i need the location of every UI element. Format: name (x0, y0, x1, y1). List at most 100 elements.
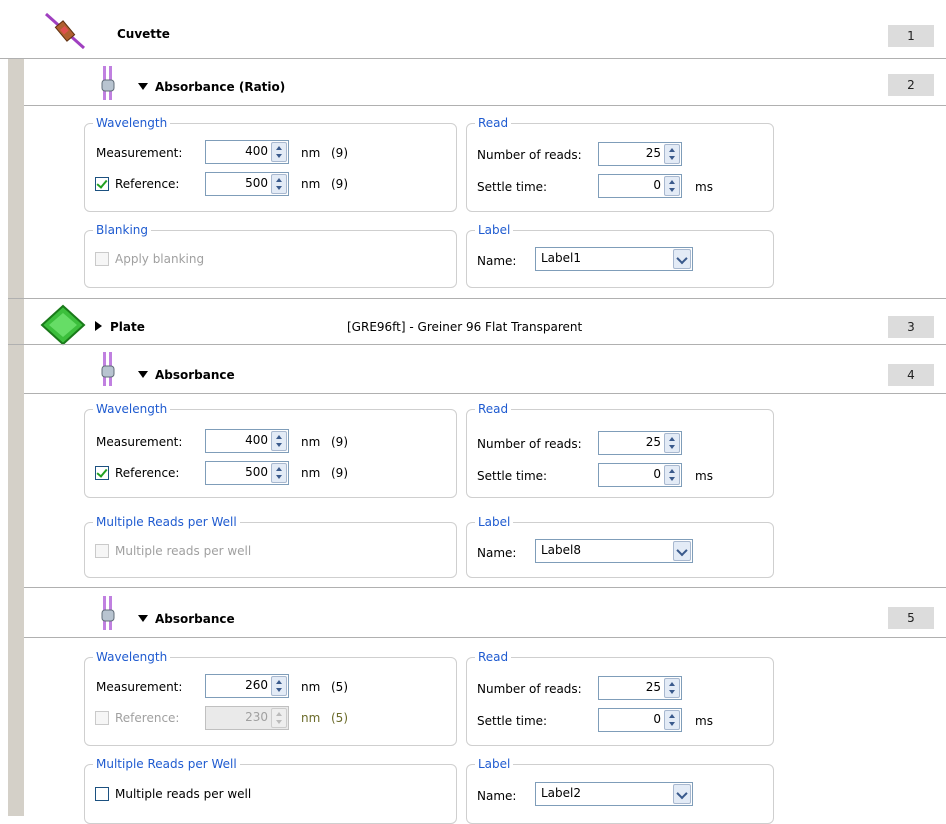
step-title-cuvette[interactable]: Cuvette (117, 27, 170, 41)
chevron-down-icon[interactable] (673, 249, 691, 269)
absorbance-probe-icon (101, 352, 115, 389)
number-of-reads-stepper[interactable]: 25 (598, 431, 682, 455)
measurement-stepper[interactable]: 260 (205, 674, 289, 698)
reference-checkbox[interactable] (95, 177, 109, 191)
reference-checkbox[interactable] (95, 711, 109, 725)
number-of-reads-label: Number of reads: (477, 437, 582, 451)
group-legend: Wavelength (93, 116, 171, 130)
spin-button[interactable] (664, 710, 680, 730)
spin-button[interactable] (664, 465, 680, 485)
reference-stepper[interactable]: 500 (205, 172, 289, 196)
label-name-select[interactable]: Label1 (535, 247, 693, 271)
reference-label: Reference: (115, 177, 180, 191)
spin-button[interactable] (664, 678, 680, 698)
settle-time-stepper[interactable]: 0 (598, 463, 682, 487)
apply-blanking-label: Apply blanking (115, 252, 205, 266)
reference-stepper[interactable]: 230 (205, 706, 289, 730)
number-of-reads-label: Number of reads: (477, 148, 582, 162)
label-name-label: Name: (477, 789, 517, 803)
absorbance-probe-icon (101, 596, 115, 633)
spin-button[interactable] (271, 142, 287, 162)
divider (0, 58, 946, 59)
settle-time-unit: ms (695, 714, 713, 728)
reference-unit: nm (301, 177, 321, 191)
divider (8, 344, 946, 345)
measurement-index: (9) (331, 435, 348, 449)
group-legend: Multiple Reads per Well (93, 515, 240, 529)
collapse-arrow-icon[interactable] (138, 615, 148, 622)
group-legend: Multiple Reads per Well (93, 757, 240, 771)
number-of-reads-stepper[interactable]: 25 (598, 142, 682, 166)
expand-arrow-icon[interactable] (95, 321, 102, 331)
chevron-down-icon[interactable] (673, 784, 691, 804)
reference-unit: nm (301, 711, 321, 725)
measurement-stepper[interactable]: 400 (205, 140, 289, 164)
step-number: 1 (888, 25, 934, 47)
step-number: 2 (888, 74, 934, 96)
spin-button[interactable] (664, 144, 680, 164)
group-legend: Label (475, 515, 514, 529)
multiple-reads-checkbox[interactable] (95, 787, 109, 801)
group-legend: Read (475, 116, 512, 130)
reference-label: Reference: (115, 711, 180, 725)
reference-unit: nm (301, 466, 321, 480)
divider (24, 637, 946, 638)
reference-index: (5) (331, 711, 348, 725)
settle-time-label: Settle time: (477, 714, 548, 728)
wavelength-group: Wavelength (84, 650, 457, 746)
multiple-reads-checkbox[interactable] (95, 544, 109, 558)
reference-stepper[interactable]: 500 (205, 461, 289, 485)
group-legend: Label (475, 757, 514, 771)
plate-icon (40, 304, 86, 349)
reference-checkbox[interactable] (95, 466, 109, 480)
measurement-stepper[interactable]: 400 (205, 429, 289, 453)
measurement-unit: nm (301, 680, 321, 694)
collapse-arrow-icon[interactable] (138, 371, 148, 378)
label-name-select[interactable]: Label2 (535, 782, 693, 806)
label-name-label: Name: (477, 546, 517, 560)
spin-button[interactable] (664, 176, 680, 196)
step-number: 3 (888, 316, 934, 338)
step-title-plate[interactable]: Plate (95, 320, 145, 334)
apply-blanking-checkbox[interactable] (95, 252, 109, 266)
step-title-absorbance[interactable]: Absorbance (138, 612, 235, 626)
label-name-select[interactable]: Label8 (535, 539, 693, 563)
spin-button[interactable] (271, 463, 287, 483)
spin-button[interactable] (271, 174, 287, 194)
step-title-absorbance[interactable]: Absorbance (138, 368, 235, 382)
measurement-index: (5) (331, 680, 348, 694)
measurement-label: Measurement: (96, 146, 183, 160)
collapse-arrow-icon[interactable] (138, 83, 148, 90)
spin-button[interactable] (271, 708, 287, 728)
spin-button[interactable] (664, 433, 680, 453)
read-group: Read (466, 116, 774, 212)
settle-time-stepper[interactable]: 0 (598, 174, 682, 198)
settle-time-unit: ms (695, 469, 713, 483)
divider (24, 587, 946, 588)
group-legend: Read (475, 402, 512, 416)
group-legend: Wavelength (93, 650, 171, 664)
divider (24, 105, 946, 106)
reference-index: (9) (331, 177, 348, 191)
measurement-unit: nm (301, 435, 321, 449)
measurement-label: Measurement: (96, 680, 183, 694)
step-number: 4 (888, 364, 934, 386)
cuvette-icon (42, 10, 88, 55)
reference-index: (9) (331, 466, 348, 480)
number-of-reads-stepper[interactable]: 25 (598, 676, 682, 700)
wavelength-group: Wavelength (84, 116, 457, 212)
spin-button[interactable] (271, 431, 287, 451)
settle-time-unit: ms (695, 180, 713, 194)
chevron-down-icon[interactable] (673, 541, 691, 561)
label-name-label: Name: (477, 254, 517, 268)
reference-label: Reference: (115, 466, 180, 480)
step-number: 5 (888, 607, 934, 629)
measurement-unit: nm (301, 146, 321, 160)
divider (24, 393, 946, 394)
step-title-absorbance-ratio[interactable]: Absorbance (Ratio) (138, 80, 285, 94)
settle-time-stepper[interactable]: 0 (598, 708, 682, 732)
group-legend: Label (475, 223, 514, 237)
plate-description: [GRE96ft] - Greiner 96 Flat Transparent (347, 320, 583, 334)
spin-button[interactable] (271, 676, 287, 696)
divider (8, 298, 946, 299)
